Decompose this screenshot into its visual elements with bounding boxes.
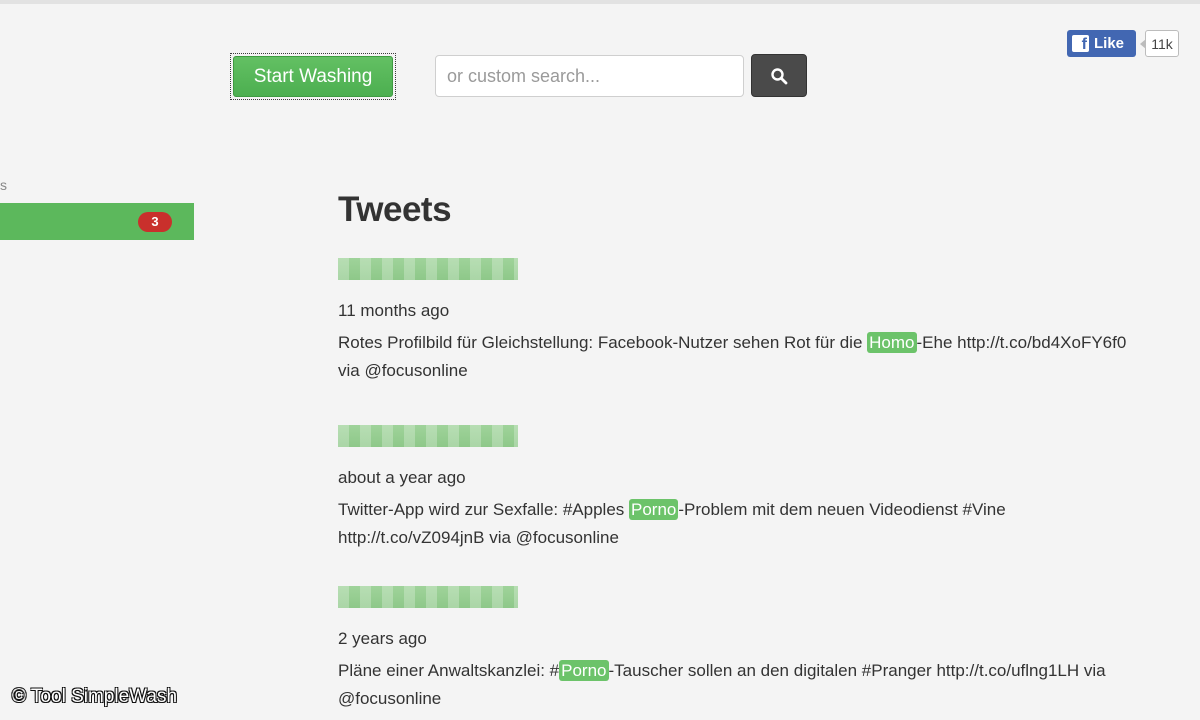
count-badge: 3 xyxy=(138,212,172,232)
flagged-word-highlight: Porno xyxy=(559,660,609,681)
tweet-text: Twitter-App wird zur Sexfalle: #Apples P… xyxy=(338,499,1006,547)
sidebar-label-fragment: s xyxy=(0,177,7,193)
image-credit: © Tool SimpleWash xyxy=(12,686,178,707)
tweet-author-pixelated xyxy=(338,258,518,280)
top-border xyxy=(0,0,1200,4)
tweet-author-pixelated xyxy=(338,425,518,447)
tweet-timestamp: 2 years ago xyxy=(338,629,427,648)
flagged-word-highlight: Porno xyxy=(629,499,679,520)
facebook-like-label: Like xyxy=(1094,35,1125,52)
tweet-text: Pläne einer Anwaltskanzlei: # Porno -Tausc… xyxy=(338,660,1106,708)
tweet-timestamp: 11 months ago xyxy=(338,301,450,320)
facebook-like-button[interactable]: f Like xyxy=(1067,30,1136,57)
tweet-item: 11 months ago Rotes Profilbild für Gleic… xyxy=(338,258,1150,385)
facebook-like-count: 11k xyxy=(1140,30,1179,57)
tweet-timestamp: about a year ago xyxy=(338,468,466,487)
tweet-text: Rotes Profilbild für Gleichstellung: Fac… xyxy=(338,332,1127,380)
tweet-author-pixelated xyxy=(338,586,518,608)
tweet-item: about a year ago Twitter-App wird zur Se… xyxy=(338,425,1150,552)
facebook-icon: f xyxy=(1072,35,1089,52)
tweet-item: 2 years ago Pläne einer Anwaltskanzlei: … xyxy=(338,586,1150,713)
start-washing-button[interactable]: Start Washing xyxy=(233,56,393,97)
sidebar-item-active[interactable]: 3 xyxy=(0,203,194,240)
flagged-word-highlight: Homo xyxy=(867,332,917,353)
tweets-heading: Tweets xyxy=(338,190,452,229)
custom-search-input[interactable] xyxy=(435,55,744,97)
search-icon xyxy=(771,67,788,84)
start-washing-focus-ring: Start Washing xyxy=(230,53,396,100)
search-button[interactable] xyxy=(751,54,807,97)
